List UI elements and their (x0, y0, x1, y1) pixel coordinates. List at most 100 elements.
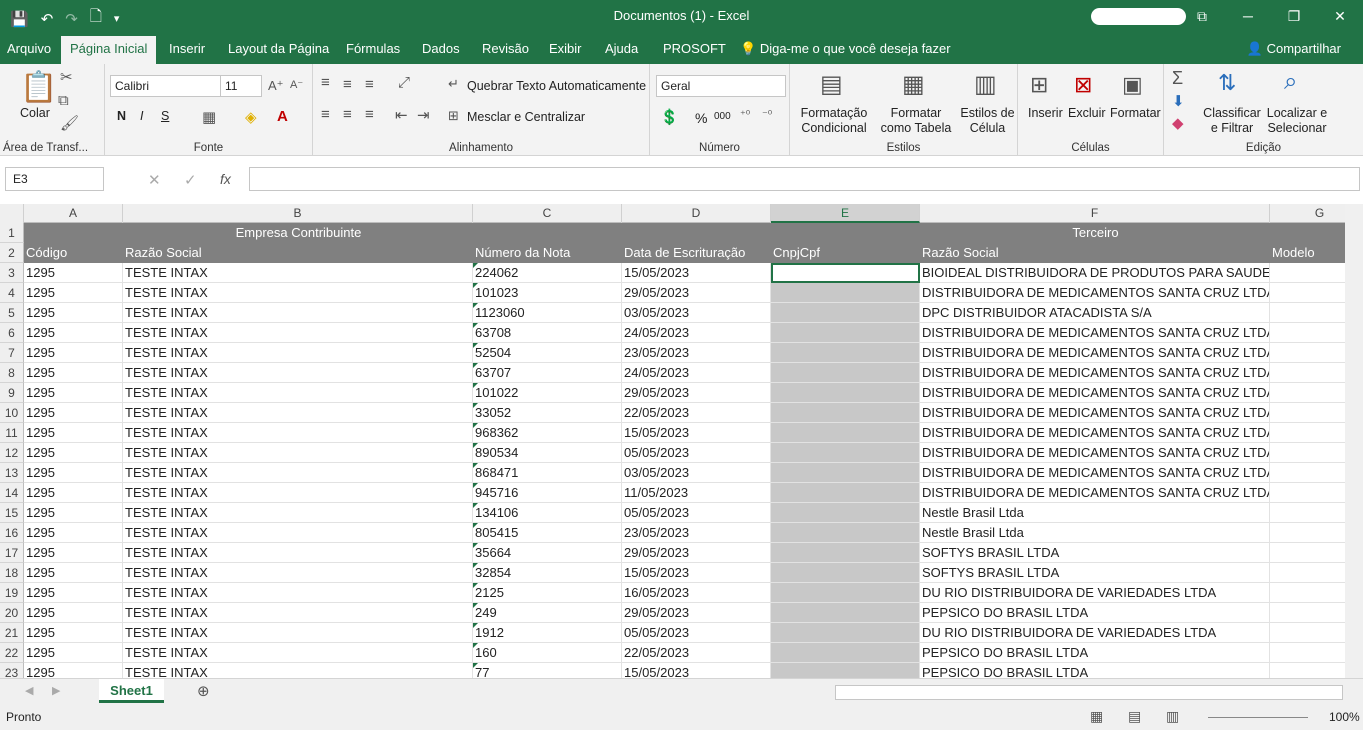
cut-icon[interactable]: ✂ (60, 68, 73, 86)
table-cell[interactable]: 24/05/2023 (622, 323, 771, 343)
column-title-cell[interactable]: Razão Social (123, 243, 473, 263)
increase-indent-icon[interactable]: ⇥ (417, 106, 430, 124)
table-cell[interactable]: 101022 (473, 383, 622, 403)
table-cell[interactable] (1270, 483, 1345, 503)
close-button[interactable]: ✕ (1317, 0, 1363, 32)
table-cell[interactable] (771, 643, 920, 663)
table-cell[interactable]: DISTRIBUIDORA DE MEDICAMENTOS SANTA CRUZ… (920, 443, 1270, 463)
row-header[interactable]: 1 (0, 223, 24, 243)
table-cell[interactable]: 1123060 (473, 303, 622, 323)
tab-inserir[interactable]: Inserir (169, 41, 205, 56)
column-title-cell[interactable]: Código (24, 243, 123, 263)
table-cell[interactable]: SOFTYS BRASIL LTDA (920, 543, 1270, 563)
table-cell[interactable] (1270, 623, 1345, 643)
row-header[interactable]: 15 (0, 503, 24, 523)
tab-prosoft[interactable]: PROSOFT (663, 41, 726, 56)
table-cell[interactable]: 868471 (473, 463, 622, 483)
table-cell[interactable] (1270, 543, 1345, 563)
font-color-icon[interactable]: A (277, 108, 288, 125)
header-cell[interactable] (771, 223, 920, 243)
table-cell[interactable] (1270, 343, 1345, 363)
table-cell[interactable]: 1295 (24, 443, 123, 463)
page-layout-icon[interactable]: ▤ (1128, 708, 1141, 725)
table-cell[interactable]: 15/05/2023 (622, 663, 771, 678)
vertical-scrollbar[interactable] (1345, 204, 1363, 678)
row-header[interactable]: 19 (0, 583, 24, 603)
table-cell[interactable] (1270, 263, 1345, 283)
table-cell[interactable]: TESTE INTAX (123, 603, 473, 623)
row-header[interactable]: 17 (0, 543, 24, 563)
tab-dados[interactable]: Dados (422, 41, 460, 56)
decrease-indent-icon[interactable]: ⇤ (395, 106, 408, 124)
table-cell[interactable]: 15/05/2023 (622, 263, 771, 283)
table-cell[interactable] (1270, 603, 1345, 623)
table-cell[interactable]: Nestle Brasil Ltda (920, 523, 1270, 543)
column-title-cell[interactable]: Número da Nota (473, 243, 622, 263)
number-format-select[interactable]: Geral (656, 75, 786, 97)
find-select-button[interactable]: Localizar e Selecionar (1264, 106, 1330, 136)
table-cell[interactable] (771, 583, 920, 603)
table-cell[interactable]: 05/05/2023 (622, 443, 771, 463)
italic-button[interactable]: I (140, 109, 143, 123)
align-right-icon[interactable]: ≡ (365, 106, 374, 123)
table-cell[interactable]: TESTE INTAX (123, 543, 473, 563)
increase-decimal-icon[interactable]: ⁺⁰ (740, 108, 750, 121)
header-cell[interactable] (1270, 223, 1345, 243)
align-bottom-icon[interactable]: ≡ (365, 76, 374, 93)
table-cell[interactable]: 1295 (24, 543, 123, 563)
row-header[interactable]: 10 (0, 403, 24, 423)
formula-input[interactable] (249, 167, 1360, 191)
table-cell[interactable] (771, 383, 920, 403)
table-cell[interactable]: 968362 (473, 423, 622, 443)
table-cell[interactable] (1270, 563, 1345, 583)
table-cell[interactable] (1270, 403, 1345, 423)
table-cell[interactable]: 1912 (473, 623, 622, 643)
table-cell[interactable]: 224062 (473, 263, 622, 283)
table-cell[interactable]: PEPSICO DO BRASIL LTDA (920, 663, 1270, 678)
column-header-f[interactable]: F (920, 204, 1270, 223)
row-header[interactable]: 2 (0, 243, 24, 263)
row-header[interactable]: 21 (0, 623, 24, 643)
row-header[interactable]: 6 (0, 323, 24, 343)
table-cell[interactable]: 1295 (24, 503, 123, 523)
table-cell[interactable] (771, 543, 920, 563)
table-cell[interactable]: TESTE INTAX (123, 463, 473, 483)
table-cell[interactable] (1270, 643, 1345, 663)
table-cell[interactable]: 15/05/2023 (622, 563, 771, 583)
table-cell[interactable]: 24/05/2023 (622, 363, 771, 383)
table-cell[interactable]: DISTRIBUIDORA DE MEDICAMENTOS SANTA CRUZ… (920, 463, 1270, 483)
cancel-icon[interactable]: ✕ (148, 171, 161, 189)
table-cell[interactable]: TESTE INTAX (123, 563, 473, 583)
column-title-cell[interactable]: Data de Escrituração (622, 243, 771, 263)
wrap-text-button[interactable]: Quebrar Texto Automaticamente (467, 79, 646, 93)
table-cell[interactable] (771, 463, 920, 483)
table-cell[interactable]: 52504 (473, 343, 622, 363)
table-cell[interactable] (1270, 583, 1345, 603)
delete-button[interactable]: Excluir (1068, 106, 1106, 120)
table-cell[interactable]: 1295 (24, 363, 123, 383)
column-header-a[interactable]: A (24, 204, 123, 223)
table-cell[interactable] (1270, 303, 1345, 323)
decrease-font-icon[interactable]: A⁻ (290, 78, 303, 91)
fill-color-icon[interactable]: ◈ (245, 108, 257, 126)
table-cell[interactable] (771, 343, 920, 363)
align-middle-icon[interactable]: ≡ (343, 76, 352, 93)
table-cell[interactable]: 1295 (24, 323, 123, 343)
row-header[interactable]: 7 (0, 343, 24, 363)
table-cell[interactable]: TESTE INTAX (123, 423, 473, 443)
underline-button[interactable]: S (161, 109, 169, 123)
table-cell[interactable] (771, 663, 920, 678)
table-cell[interactable]: TESTE INTAX (123, 623, 473, 643)
table-cell[interactable]: DISTRIBUIDORA DE MEDICAMENTOS SANTA CRUZ… (920, 283, 1270, 303)
add-sheet-icon[interactable]: ⊕ (197, 682, 210, 700)
table-cell[interactable]: DISTRIBUIDORA DE MEDICAMENTOS SANTA CRUZ… (920, 483, 1270, 503)
column-header-b[interactable]: B (123, 204, 473, 223)
font-name-select[interactable]: Calibri (110, 75, 222, 97)
ribbon-display-icon[interactable]: ⧉ (1179, 0, 1225, 32)
table-cell[interactable]: 33052 (473, 403, 622, 423)
table-cell[interactable] (771, 483, 920, 503)
merge-center-button[interactable]: Mesclar e Centralizar (467, 110, 585, 124)
align-top-icon[interactable]: ≡ (321, 74, 330, 91)
table-cell[interactable]: DISTRIBUIDORA DE MEDICAMENTOS SANTA CRUZ… (920, 343, 1270, 363)
row-header[interactable]: 23 (0, 663, 24, 678)
